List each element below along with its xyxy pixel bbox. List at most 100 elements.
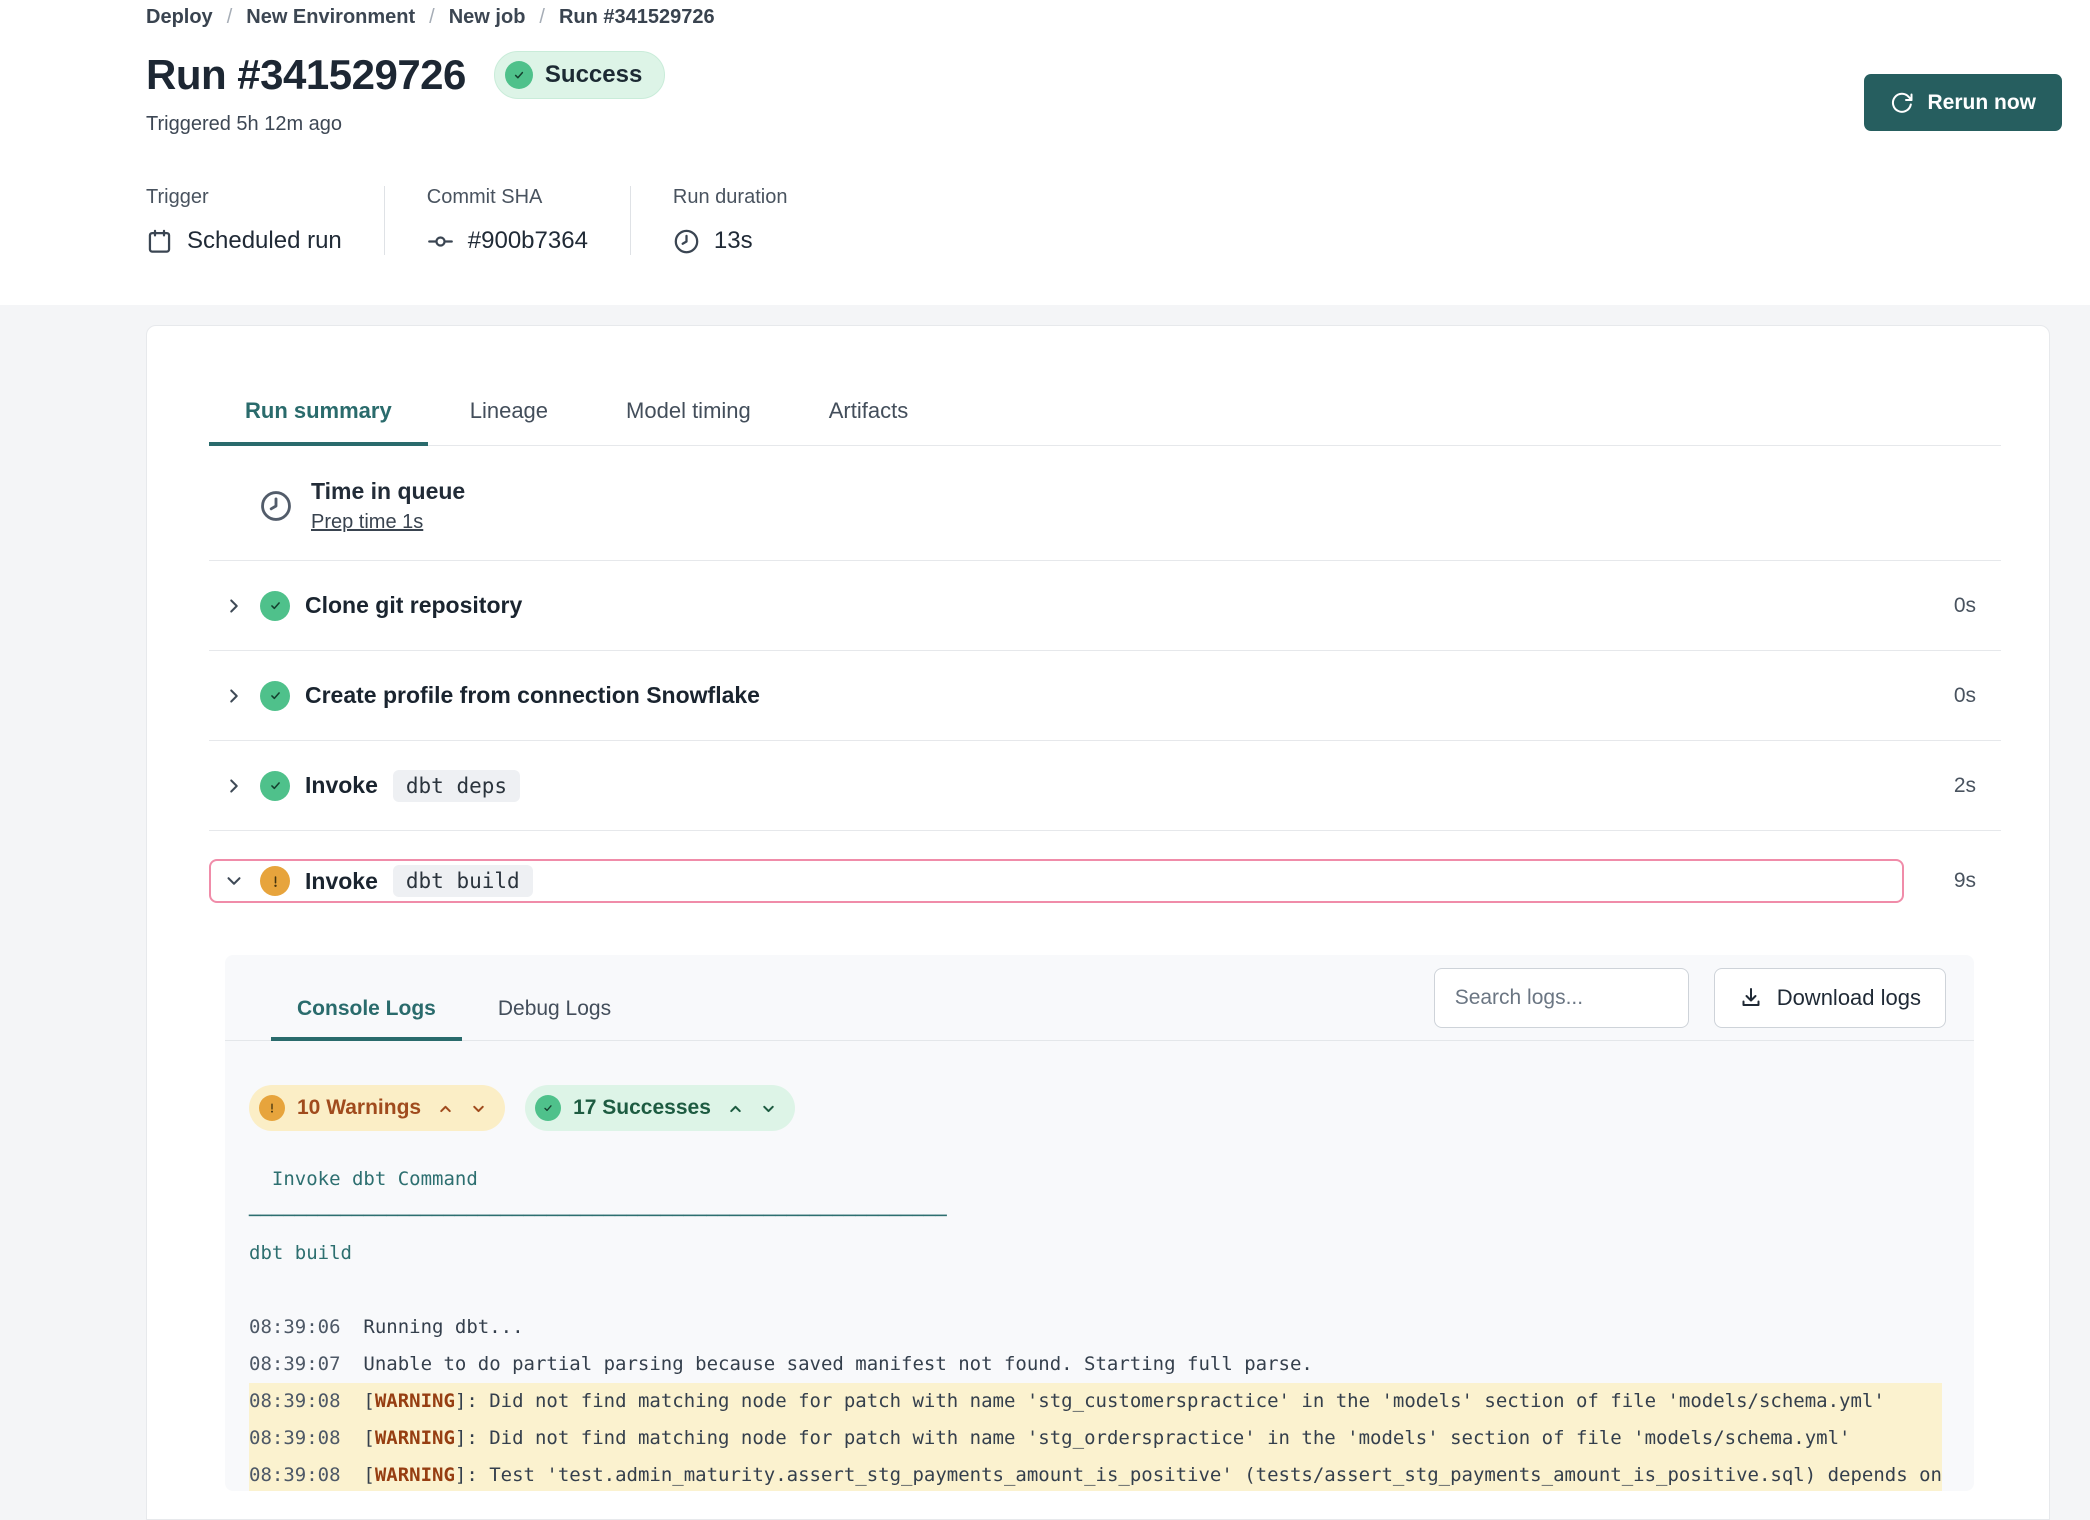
meta-duration-label: Run duration bbox=[673, 186, 788, 209]
log-tabs: Console LogsDebug Logs bbox=[225, 955, 1434, 1040]
breadcrumb-item[interactable]: Deploy bbox=[146, 6, 213, 29]
log-lines: Invoke dbt Command──────────────────────… bbox=[225, 1161, 1974, 1491]
run-tabs: Run summaryLineageModel timingArtifacts bbox=[209, 398, 2001, 446]
success-icon bbox=[260, 591, 290, 621]
log-line: ────────────────────────────────────────… bbox=[249, 1198, 1942, 1235]
steps-list: Clone git repository 0s Create profile fro… bbox=[209, 561, 2001, 931]
step-row: Clone git repository 0s bbox=[209, 561, 2001, 651]
previous-success-button[interactable] bbox=[727, 1100, 744, 1117]
step-label: Create profile from connection Snowflake bbox=[305, 682, 760, 709]
refresh-icon bbox=[1890, 91, 1914, 115]
breadcrumb-separator: / bbox=[227, 6, 233, 29]
step-duration: 2s bbox=[1916, 774, 2001, 798]
title-row: Run #341529726 Success bbox=[146, 51, 2062, 99]
chevron-right-icon bbox=[223, 595, 245, 617]
chevron-up-icon bbox=[437, 1100, 454, 1117]
status-badge: Success bbox=[494, 51, 665, 99]
breadcrumb-item: Run #341529726 bbox=[559, 6, 715, 29]
step-command-chip: dbt build bbox=[393, 865, 533, 897]
chevron-right-icon bbox=[223, 685, 245, 707]
time-in-queue-title: Time in queue bbox=[311, 478, 465, 505]
download-logs-button[interactable]: Download logs bbox=[1714, 968, 1946, 1028]
meta-commit-value: #900b7364 bbox=[468, 227, 588, 255]
warnings-badge[interactable]: 10 Warnings bbox=[249, 1085, 505, 1131]
success-icon bbox=[535, 1095, 561, 1121]
triggered-time: Triggered 5h 12m ago bbox=[146, 113, 2062, 136]
tab-console-logs[interactable]: Console Logs bbox=[271, 997, 462, 1041]
log-line bbox=[249, 1272, 1942, 1309]
log-header: Console LogsDebug Logs Download logs bbox=[225, 955, 1974, 1041]
step-invoke-dbt-build[interactable]: Invoke dbt build bbox=[209, 859, 1904, 903]
page-title: Run #341529726 bbox=[146, 51, 466, 99]
chevron-down-icon bbox=[760, 1100, 777, 1117]
step-create-profile-from-connection-snowflake[interactable]: Create profile from connection Snowflake bbox=[209, 651, 1916, 740]
warning-label: WARNING bbox=[375, 1464, 455, 1486]
search-logs-input[interactable] bbox=[1434, 968, 1689, 1028]
download-icon bbox=[1739, 986, 1763, 1010]
meta-commit: Commit SHA #900b7364 bbox=[384, 186, 630, 255]
step-label: Invoke bbox=[305, 772, 378, 799]
chevron-down-icon bbox=[223, 870, 245, 892]
previous-warning-button[interactable] bbox=[437, 1100, 454, 1117]
log-timestamp: 08:39:08 bbox=[249, 1390, 341, 1412]
log-line: 08:39:08 [WARNING]: Did not find matchin… bbox=[249, 1420, 1942, 1457]
rerun-now-button[interactable]: Rerun now bbox=[1864, 74, 2063, 131]
rerun-now-label: Rerun now bbox=[1928, 91, 2037, 115]
clock-icon bbox=[673, 228, 700, 255]
log-line: 08:39:08 [WARNING]: Test 'test.admin_mat… bbox=[249, 1457, 1942, 1491]
step-duration: 9s bbox=[1916, 869, 2001, 893]
log-timestamp: 08:39:08 bbox=[249, 1464, 341, 1486]
step-row: Invoke dbt build 9s bbox=[209, 831, 2001, 931]
step-row: Create profile from connection Snowflake… bbox=[209, 651, 2001, 741]
breadcrumb: Deploy / New Environment / New job / Run #3415… bbox=[146, 6, 2062, 29]
meta-trigger: Trigger Scheduled run bbox=[146, 186, 384, 255]
meta-trigger-value: Scheduled run bbox=[187, 227, 342, 255]
step-clone-git-repository[interactable]: Clone git repository bbox=[209, 561, 1916, 650]
status-badge-label: Success bbox=[545, 61, 642, 89]
content-area: Run summaryLineageModel timingArtifacts … bbox=[0, 305, 2090, 1520]
meta-duration: Run duration 13s bbox=[630, 186, 830, 255]
log-line: Invoke dbt Command bbox=[249, 1161, 1942, 1198]
warning-label: WARNING bbox=[375, 1427, 455, 1449]
log-panel: Console LogsDebug Logs Download logs bbox=[225, 955, 1974, 1491]
chevron-right-icon bbox=[223, 775, 245, 797]
next-success-button[interactable] bbox=[760, 1100, 777, 1117]
breadcrumb-separator: / bbox=[429, 6, 435, 29]
warning-icon bbox=[260, 866, 290, 896]
tab-debug-logs[interactable]: Debug Logs bbox=[472, 997, 637, 1041]
tab-run-summary[interactable]: Run summary bbox=[209, 398, 428, 446]
git-commit-icon bbox=[427, 228, 454, 255]
log-timestamp: 08:39:08 bbox=[249, 1427, 341, 1449]
breadcrumb-item[interactable]: New job bbox=[449, 6, 526, 29]
breadcrumb-item[interactable]: New Environment bbox=[246, 6, 415, 29]
log-timestamp: 08:39:06 bbox=[249, 1316, 341, 1338]
meta-trigger-label: Trigger bbox=[146, 186, 342, 209]
step-label: Clone git repository bbox=[305, 592, 522, 619]
step-command-chip: dbt deps bbox=[393, 770, 520, 802]
tab-artifacts[interactable]: Artifacts bbox=[793, 398, 944, 446]
breadcrumb-separator: / bbox=[539, 6, 545, 29]
successes-badge[interactable]: 17 Successes bbox=[525, 1085, 795, 1131]
clock-icon bbox=[259, 489, 293, 523]
time-in-queue-row: Time in queue Prep time 1s bbox=[209, 446, 2001, 561]
log-timestamp: 08:39:07 bbox=[249, 1353, 341, 1375]
step-invoke-dbt-deps[interactable]: Invoke dbt deps bbox=[209, 741, 1916, 830]
log-line: 08:39:07 Unable to do partial parsing be… bbox=[249, 1346, 1942, 1383]
next-warning-button[interactable] bbox=[470, 1100, 487, 1117]
chevron-down-icon bbox=[470, 1100, 487, 1117]
prep-time-link[interactable]: Prep time 1s bbox=[311, 511, 423, 534]
meta-duration-value: 13s bbox=[714, 227, 753, 255]
page-header: Deploy / New Environment / New job / Run #3415… bbox=[0, 0, 2090, 305]
step-label: Invoke bbox=[305, 868, 378, 895]
log-line: 08:39:06 Running dbt... bbox=[249, 1309, 1942, 1346]
warnings-badge-label: 10 Warnings bbox=[297, 1096, 421, 1120]
run-card: Run summaryLineageModel timingArtifacts … bbox=[146, 325, 2050, 1520]
success-icon bbox=[260, 681, 290, 711]
warning-icon bbox=[259, 1095, 285, 1121]
step-duration: 0s bbox=[1916, 594, 2001, 618]
tab-lineage[interactable]: Lineage bbox=[434, 398, 584, 446]
tab-model-timing[interactable]: Model timing bbox=[590, 398, 787, 446]
success-icon bbox=[260, 771, 290, 801]
meta-commit-label: Commit SHA bbox=[427, 186, 588, 209]
successes-badge-label: 17 Successes bbox=[573, 1096, 711, 1120]
